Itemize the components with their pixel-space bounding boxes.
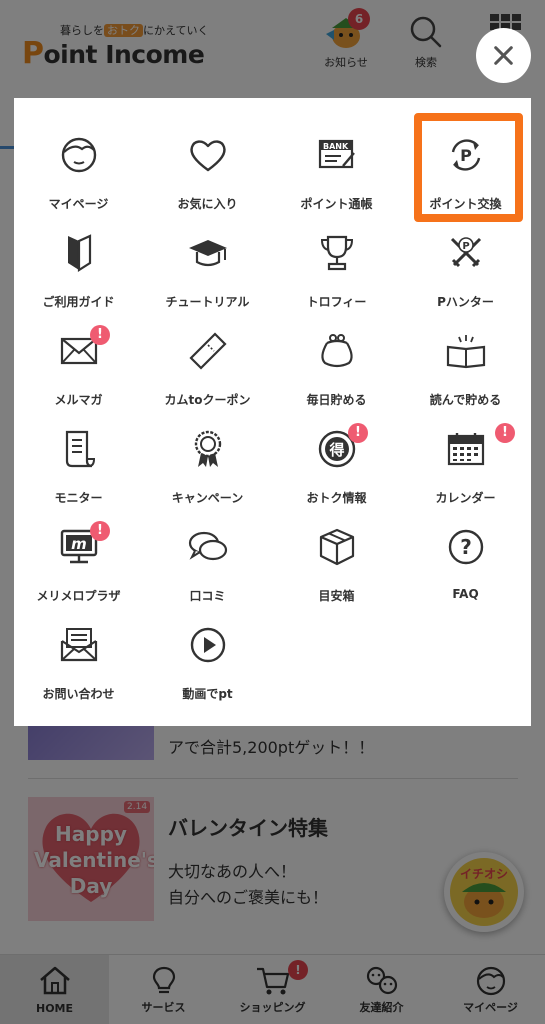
play-icon (190, 627, 225, 663)
svg-text:BANK: BANK (323, 142, 349, 151)
new-alert-badge: ! (495, 423, 515, 443)
question-icon: ? (448, 529, 483, 565)
menu-item-tutorial[interactable]: チュートリアル (143, 211, 272, 309)
menu-item-label: FAQ (452, 587, 479, 601)
open-book-icon (446, 335, 485, 369)
svg-text:得: 得 (328, 441, 344, 459)
menu-item-bankbook[interactable]: BANK ポイント通帳 (272, 113, 401, 211)
menu-item-read-save[interactable]: 読んで貯める (401, 309, 530, 407)
menu-item-label: カムtoクーポン (164, 393, 251, 407)
menu-item-label: メリメロプラザ (36, 589, 121, 603)
menu-item-inquiry[interactable]: お問い合わせ (14, 603, 143, 701)
menu-item-faq[interactable]: ? FAQ (401, 505, 530, 601)
menu-item-label: 口コミ (189, 589, 226, 603)
trophy-icon (320, 235, 353, 271)
menu-item-calendar[interactable]: ! カレンダー (401, 407, 530, 505)
menu-item-label: トロフィー (306, 295, 367, 309)
bankbook-icon: BANK (318, 139, 355, 169)
menu-item-label: ポイント通帳 (300, 197, 373, 211)
menu-item-coupon[interactable]: カムtoクーポン (143, 309, 272, 407)
menu-item-label: 目安箱 (318, 589, 355, 603)
menu-item-label: マイページ (48, 197, 109, 211)
menu-item-video-pt[interactable]: 動画でpt (143, 603, 272, 701)
menu-item-guide[interactable]: ご利用ガイド (14, 211, 143, 309)
crossed-swords-icon: P (450, 237, 481, 268)
menu-item-label: ご利用ガイド (42, 295, 115, 309)
menu-item-label: メルマガ (54, 393, 103, 407)
calendar-icon (447, 433, 484, 466)
menu-item-favorites[interactable]: お気に入り (143, 113, 272, 211)
beginner-mark-icon (67, 234, 91, 273)
menu-item-label: Pハンター (437, 295, 494, 309)
new-alert-badge: ! (90, 325, 110, 345)
menu-item-label: チュートリアル (165, 295, 250, 309)
document-icon (65, 430, 95, 468)
menu-item-deal-info[interactable]: 得 ! おトク情報 (272, 407, 401, 505)
menu-item-label: お問い合わせ (42, 687, 115, 701)
menu-item-monitor[interactable]: モニター (14, 407, 143, 505)
menu-item-mail-magazine[interactable]: ! メルマガ (14, 309, 143, 407)
menu-item-label: 動画でpt (182, 687, 233, 701)
svg-text:?: ? (460, 535, 472, 559)
menu-item-label: おトク情報 (306, 491, 367, 505)
service-menu-panel: マイページ お気に入り BANK ポイント通帳 P ポイント交換 ご利用ガイド … (14, 98, 531, 726)
menu-item-daily-save[interactable]: 毎日貯める (272, 309, 401, 407)
svg-text:P: P (462, 241, 469, 252)
coupon-ticket-icon (188, 332, 227, 370)
menu-item-label: キャンペーン (171, 491, 244, 505)
menu-item-label: カレンダー (435, 491, 496, 505)
menu-item-p-hunter[interactable]: P Pハンター (401, 211, 530, 309)
selected-item-highlight (414, 113, 523, 222)
menu-item-suggestion-box[interactable]: 目安箱 (272, 505, 401, 603)
svg-text:m: m (71, 535, 87, 553)
graduation-cap-icon (188, 240, 227, 267)
new-alert-badge: ! (348, 423, 368, 443)
face-icon (61, 137, 96, 173)
menu-item-trophy[interactable]: トロフィー (272, 211, 401, 309)
menu-item-reviews[interactable]: 口コミ (143, 505, 272, 603)
menu-item-label: 毎日貯める (306, 393, 367, 407)
menu-item-label: モニター (54, 491, 103, 505)
coin-purse-icon (320, 334, 353, 368)
heart-icon (189, 140, 226, 172)
menu-item-mypage[interactable]: マイページ (14, 113, 143, 211)
chat-bubbles-icon (188, 531, 227, 561)
menu-item-label: お気に入り (177, 197, 238, 211)
new-alert-badge: ! (90, 521, 110, 541)
close-button[interactable] (476, 28, 531, 83)
menu-item-merimero-plaza[interactable]: m ! メリメロプラザ (14, 505, 143, 603)
menu-item-label: 読んで貯める (429, 393, 502, 407)
menu-item-campaign[interactable]: キャンペーン (143, 407, 272, 505)
rosette-icon (194, 430, 221, 467)
box-icon (319, 528, 354, 566)
inquiry-mail-icon (60, 628, 97, 662)
